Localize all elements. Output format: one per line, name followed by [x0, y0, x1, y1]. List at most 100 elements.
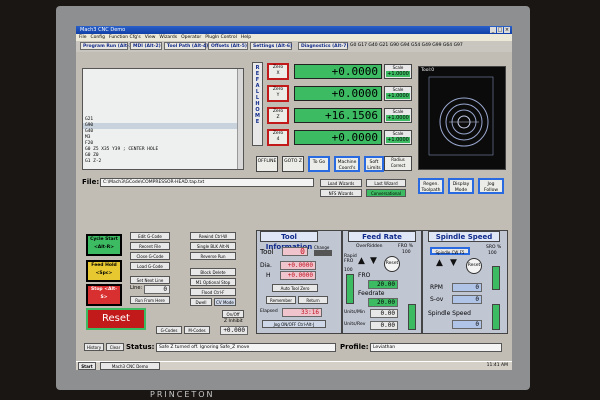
gcode-display[interactable]: G21 G90 G40 M3 F20 G0 Z5 X35 Y39 ; CENTE… — [82, 68, 244, 170]
z-inhibit-toggle[interactable]: On/Off — [222, 310, 244, 318]
display-mode-button[interactable]: Display Mode — [448, 178, 474, 194]
feed-reset-button[interactable]: Reset — [384, 256, 400, 272]
menu-operator[interactable]: Operator — [181, 34, 201, 41]
code-line: G1 Z-2 — [85, 159, 102, 164]
h-value[interactable]: +0.0000 — [280, 271, 316, 280]
zero-y-button[interactable]: Zero Y — [267, 85, 289, 102]
scale-4[interactable]: Scale +1.0000 — [384, 130, 412, 145]
menu-file[interactable]: File — [79, 34, 87, 41]
set-next-line-button[interactable]: Set Next Line — [130, 276, 170, 284]
zero-4-button[interactable]: Zero 4 — [267, 129, 289, 146]
taskbar-task[interactable]: Mach3 CNC Demo — [100, 362, 160, 370]
code-scrollbar[interactable] — [237, 69, 243, 169]
feed-hold-button[interactable]: Feed Hold <Spc> — [86, 260, 122, 282]
run-from-here-button[interactable]: Run From Here — [130, 296, 170, 304]
spindle-speed-value[interactable]: 0 — [452, 320, 482, 329]
line-value[interactable]: 0 — [144, 285, 170, 294]
close-gcode-button[interactable]: Close G-Code — [130, 252, 170, 260]
tool-value[interactable]: 0 — [282, 247, 308, 256]
spindle-cw-button[interactable]: Spindle CW F5 — [430, 247, 470, 255]
spindle-down-icon[interactable]: ▼ — [450, 258, 457, 268]
title-bar: Mach3 CNC Demo _ □ × — [76, 26, 512, 34]
maximize-icon[interactable]: □ — [497, 27, 503, 33]
g-codes-button[interactable]: G-Codes — [156, 326, 182, 334]
load-wizards-button[interactable]: Load Wizards — [320, 179, 362, 187]
rewind-button[interactable]: Rewind Ctrl-W — [190, 232, 236, 240]
dia-value[interactable]: +0.0000 — [280, 261, 316, 270]
spindle-slider[interactable] — [492, 266, 500, 290]
menu-view[interactable]: View — [145, 34, 156, 41]
tab-settings[interactable]: Settings (Alt-6) — [250, 42, 292, 50]
machine-coords-button[interactable]: Machine Coord's — [334, 156, 360, 172]
to-go-button[interactable]: To Go — [308, 156, 330, 172]
zero-x-button[interactable]: Zero X — [267, 63, 289, 80]
cycle-start-button[interactable]: Cycle Start <Alt-R> — [86, 234, 122, 256]
return-button[interactable]: Return — [298, 296, 328, 304]
tab-tool-path[interactable]: Tool Path (Alt-4) — [164, 42, 208, 50]
last-wizard-button[interactable]: Last Wizard — [366, 179, 406, 187]
fro-slider[interactable] — [408, 304, 416, 330]
nfs-wizards-button[interactable]: NFS Wizards — [320, 189, 362, 197]
dro-4[interactable]: +0.0000 — [294, 130, 382, 145]
single-block-button[interactable]: Single BLK Alt-N — [190, 242, 236, 250]
scale-y[interactable]: Scale +1.0000 — [384, 86, 412, 101]
toolpath-view[interactable]: Tool:0 — [418, 66, 506, 170]
auto-tool-zero-button[interactable]: Auto Tool Zero — [272, 284, 318, 292]
jog-toggle-button[interactable]: Jog ON/OFF Ctrl-Alt-J — [262, 320, 326, 328]
scale-z[interactable]: Scale +1.0000 — [384, 108, 412, 123]
fro-pct-value: 100 — [402, 250, 411, 255]
menu-plugin-control[interactable]: PlugIn Control — [205, 34, 237, 41]
dro-z[interactable]: +16.1506 — [294, 108, 382, 123]
z-inhibit-value[interactable]: +0.000 — [220, 326, 248, 335]
flood-button[interactable]: Flood Ctrl-F — [190, 288, 236, 296]
rapid-fro-slider[interactable] — [346, 274, 354, 304]
load-gcode-button[interactable]: Load G-Code — [130, 262, 170, 270]
reverse-run-button[interactable]: Reverse Run — [190, 252, 236, 260]
spindle-reset-button[interactable]: Reset — [466, 258, 482, 274]
dro-x[interactable]: +0.0000 — [294, 64, 382, 79]
regen-toolpath-button[interactable]: Regen. Toolpath — [418, 178, 444, 194]
menu-config[interactable]: Config — [91, 34, 105, 41]
feedrate-value[interactable]: 20.00 — [368, 298, 398, 307]
soft-limits-button[interactable]: Soft Limits — [364, 156, 384, 172]
scale-x[interactable]: Scale +1.0000 — [384, 64, 412, 79]
feed-up-icon[interactable]: ▲ — [358, 256, 365, 266]
dwell-button[interactable]: Dwell — [190, 298, 212, 306]
menu-help[interactable]: Help — [241, 34, 251, 41]
offline-button[interactable]: OFFLINE — [256, 156, 278, 172]
tab-program-run[interactable]: Program Run (Alt-1) — [80, 42, 134, 50]
fro-value[interactable]: 20.00 — [368, 280, 398, 289]
dro-y[interactable]: +0.0000 — [294, 86, 382, 101]
jog-follow-button[interactable]: Jog Follow — [478, 178, 504, 194]
minimize-icon[interactable]: _ — [490, 27, 496, 33]
tab-mdi[interactable]: MDI (Alt-2) — [130, 42, 162, 50]
units-rev-label: Units/Rev — [344, 322, 366, 327]
fro-pct-label: FRO % — [398, 244, 413, 249]
conversational-button[interactable]: Conversational — [366, 189, 406, 197]
radius-correct-button[interactable]: Radius Correct — [384, 156, 412, 171]
start-button[interactable]: Start — [78, 362, 96, 370]
block-delete-button[interactable]: Block Delete — [190, 268, 236, 276]
reset-button[interactable]: Reset — [86, 308, 146, 330]
spindle-speed-slider[interactable] — [492, 304, 500, 330]
m1-optional-stop-button[interactable]: M1 Optional Stop — [190, 278, 236, 286]
history-button[interactable]: History — [84, 343, 104, 351]
tab-diagnostics[interactable]: Diagnostics (Alt-7) — [298, 42, 348, 50]
spindle-up-icon[interactable]: ▲ — [436, 258, 443, 268]
recent-file-button[interactable]: Recent File — [130, 242, 170, 250]
menu-function-cfgs[interactable]: Function Cfg's — [109, 34, 141, 41]
edit-gcode-button[interactable]: Edit G-Code — [130, 232, 170, 240]
stop-button[interactable]: Stop <Alt-S> — [86, 284, 122, 306]
status-label: Status: — [126, 343, 155, 351]
zero-z-button[interactable]: Zero Z — [267, 107, 289, 124]
clear-button[interactable]: Clear — [106, 343, 124, 351]
m-codes-button[interactable]: M-Codes — [184, 326, 210, 334]
menu-wizards[interactable]: Wizards — [159, 34, 177, 41]
close-icon[interactable]: × — [504, 27, 510, 33]
tab-offsets[interactable]: Offsets (Alt-5) — [208, 42, 248, 50]
feed-down-icon[interactable]: ▼ — [370, 256, 377, 266]
remember-button[interactable]: Remember — [266, 296, 296, 304]
cv-mode-button[interactable]: CV Mode — [214, 298, 236, 306]
ref-all-home-button[interactable]: REF ALL HOME — [252, 62, 263, 146]
goto-zero-button[interactable]: GOTO Z — [282, 156, 304, 172]
